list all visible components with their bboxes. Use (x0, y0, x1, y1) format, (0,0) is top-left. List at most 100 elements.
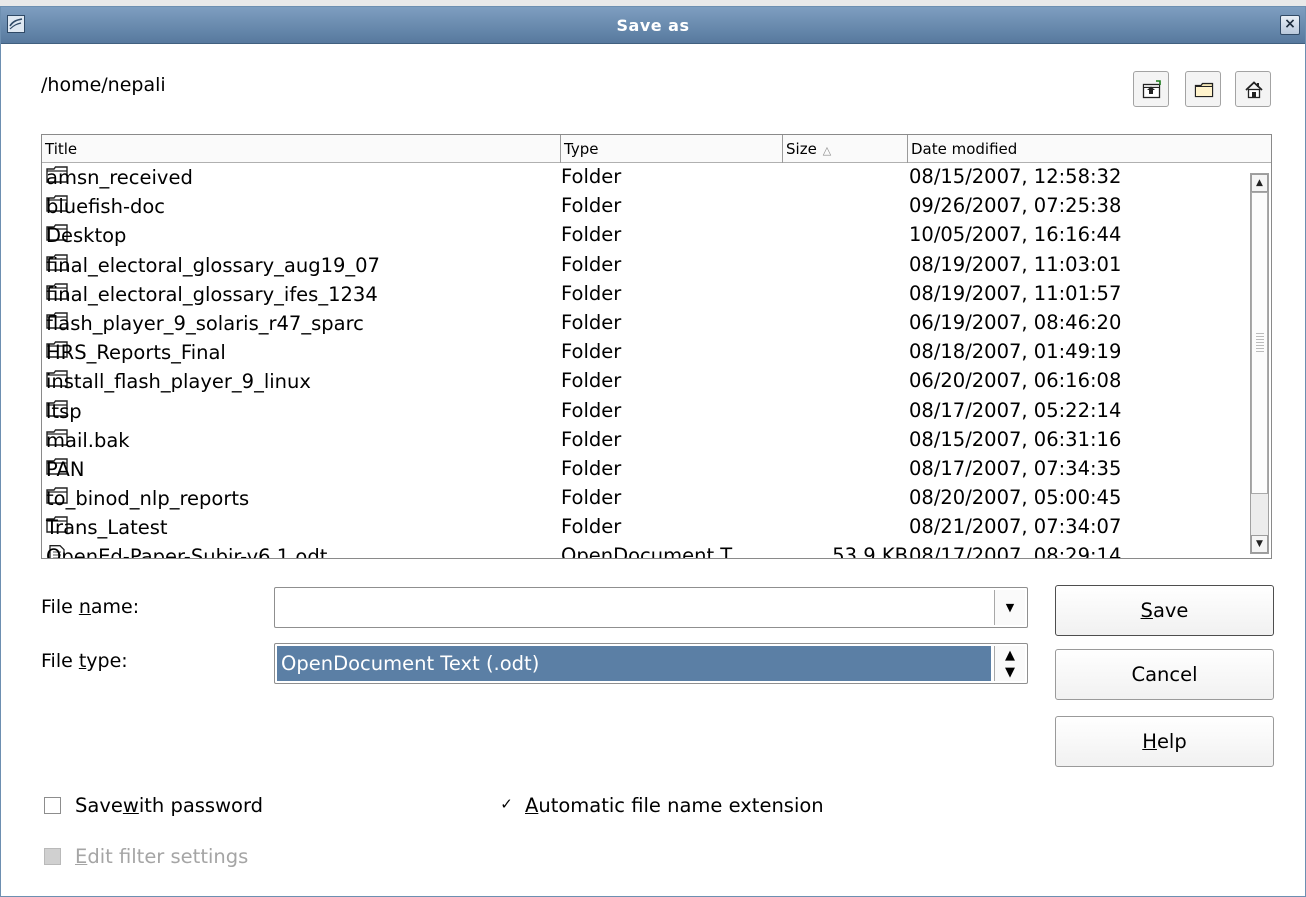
edit-filter-settings-label-post: dit filter settings (87, 845, 249, 868)
file-date-cell: 08/19/2007, 11:03:01 (909, 252, 1122, 276)
title-bar[interactable]: Save as × (1, 7, 1305, 44)
file-type-cell: Folder (561, 340, 622, 364)
column-size-label: Size (786, 140, 817, 158)
file-date-cell: 09/26/2007, 07:25:38 (909, 194, 1122, 218)
file-name-text: bluefish-doc (46, 195, 166, 219)
save-button-rest: ave (1152, 599, 1189, 622)
file-name-text: flash_player_9_solaris_r47_sparc (46, 311, 364, 335)
file-name-label-post: ame: (90, 596, 140, 618)
file-type-cell: Folder (561, 456, 622, 480)
scroll-down-arrow-icon[interactable]: ▼ (1251, 535, 1268, 553)
file-list-row[interactable]: ltsp Folder 08/17/2007, 05:22:14 (42, 398, 1248, 427)
file-name-text: HRS_Reports_Final (46, 341, 226, 365)
column-header-date[interactable]: Date modified (908, 135, 1271, 163)
file-date-cell: 08/18/2007, 01:49:19 (909, 340, 1122, 364)
file-name-text: mail.bak (46, 428, 130, 452)
file-list-row[interactable]: bluefish-doc Folder 09/26/2007, 07:25:38 (42, 193, 1248, 222)
file-date-cell: 08/21/2007, 07:34:07 (909, 515, 1122, 539)
file-list-row[interactable]: final_electoral_glossary_ifes_1234 Folder… (42, 281, 1248, 310)
file-list-row[interactable]: OpenEd-Paper-Subir-v6.1.odt OpenDocument … (42, 543, 1248, 559)
file-name-combobox[interactable]: ▼ (274, 587, 1028, 628)
file-name-text: ltsp (46, 399, 82, 423)
column-header-title[interactable]: Title (42, 135, 561, 163)
help-button[interactable]: Help (1055, 716, 1274, 767)
file-type-cell: Folder (561, 194, 622, 218)
scroll-up-arrow-icon[interactable]: ▲ (1251, 174, 1268, 192)
file-name-label-key: n (78, 596, 91, 618)
help-button-rest: elp (1156, 730, 1187, 753)
file-date-cell: 08/15/2007, 12:58:32 (909, 165, 1122, 188)
column-type-label: Type (564, 140, 599, 158)
file-date-cell: 08/15/2007, 06:31:16 (909, 427, 1122, 451)
sort-ascending-icon: △ (822, 144, 832, 157)
save-button-key: S (1140, 599, 1153, 622)
file-list-row[interactable]: Trans_Latest Folder 08/21/2007, 07:34:07 (42, 514, 1248, 543)
automatic-extension-label-post: utomatic file name extension (538, 794, 824, 817)
file-type-selected-value: OpenDocument Text (.odt) (277, 646, 991, 681)
save-as-dialog: Save as × /home/nepali Title Type Size △… (0, 6, 1306, 897)
dialog-title: Save as (616, 16, 690, 35)
file-list-row[interactable]: HRS_Reports_Final Folder 08/18/2007, 01:49… (42, 339, 1248, 368)
file-date-cell: 06/20/2007, 06:16:08 (909, 369, 1122, 393)
file-list-row[interactable]: flash_player_9_solaris_r47_sparc Folder 06… (42, 310, 1248, 339)
file-list-row[interactable]: mail.bak Folder 08/15/2007, 06:31:16 (42, 427, 1248, 456)
file-type-cell: Folder (561, 310, 622, 334)
default-directory-button[interactable] (1235, 71, 1271, 107)
up-down-arrows-icon[interactable]: ▲ ▼ (994, 646, 1025, 681)
file-list-row[interactable]: Desktop Folder 10/05/2007, 16:16:44 (42, 222, 1248, 251)
file-date-cell: 08/19/2007, 11:01:57 (909, 281, 1122, 305)
file-list[interactable]: Title Type Size △ Date modified amsn_rece… (41, 134, 1272, 559)
file-date-cell: 06/19/2007, 08:46:20 (909, 310, 1122, 334)
vertical-scrollbar[interactable]: ▲ ▼ (1250, 173, 1269, 554)
file-list-row[interactable]: PAN Folder 08/17/2007, 07:34:35 (42, 456, 1248, 485)
file-type-cell: Folder (561, 486, 622, 510)
edit-filter-settings-box (44, 848, 61, 865)
file-type-cell: Folder (561, 427, 622, 451)
save-button[interactable]: Save (1055, 585, 1274, 636)
file-type-cell: OpenDocument T… (561, 544, 752, 559)
file-type-label-post: ype: (86, 650, 128, 672)
save-with-password-box[interactable] (44, 797, 61, 814)
save-with-password-checkbox[interactable]: Save w ith password (44, 794, 263, 817)
chevron-down-icon[interactable]: ▼ (994, 590, 1025, 625)
file-type-cell: Folder (561, 369, 622, 393)
file-date-cell: 08/20/2007, 05:00:45 (909, 486, 1122, 510)
file-type-label: File type: (41, 650, 128, 672)
file-list-row[interactable]: install_flash_player_9_linux Folder 06/20/… (42, 368, 1248, 397)
file-type-cell: Folder (561, 165, 622, 188)
file-type-cell: Folder (561, 252, 622, 276)
current-path: /home/nepali (41, 74, 166, 96)
help-button-key: H (1142, 730, 1157, 753)
save-with-password-label-key: w (122, 794, 139, 817)
file-list-row[interactable]: amsn_received Folder 08/15/2007, 12:58:32 (42, 164, 1248, 193)
edit-filter-settings-label-key: E (75, 845, 88, 868)
save-with-password-label-pre: Save (75, 794, 123, 817)
file-list-row[interactable]: to_binod_nlp_reports Folder 08/20/2007, 05… (42, 485, 1248, 514)
cancel-button[interactable]: Cancel (1055, 649, 1274, 700)
scrollbar-thumb[interactable] (1251, 192, 1268, 494)
checkmark-icon[interactable]: ✓ (498, 797, 515, 814)
file-name-text: to_binod_nlp_reports (46, 487, 250, 511)
up-one-level-button[interactable] (1133, 71, 1169, 107)
column-title-label: Title (45, 140, 78, 158)
save-with-password-label-post: ith password (138, 794, 264, 817)
scrollbar-grip-icon (1256, 333, 1264, 353)
file-name-text: Trans_Latest (46, 516, 168, 540)
file-type-select[interactable]: OpenDocument Text (.odt) ▲ ▼ (274, 643, 1028, 684)
column-date-label: Date modified (911, 140, 1018, 158)
column-header-size[interactable]: Size △ (783, 135, 908, 163)
close-button[interactable]: × (1280, 15, 1300, 35)
file-name-label-pre: File (41, 596, 79, 618)
file-name-text: amsn_received (46, 166, 193, 189)
file-name-text: final_electoral_glossary_ifes_1234 (46, 282, 378, 306)
column-header-type[interactable]: Type (561, 135, 783, 163)
file-name-text: Desktop (46, 224, 127, 248)
automatic-extension-label-key: A (525, 794, 539, 817)
file-date-cell: 08/17/2007, 05:22:14 (909, 398, 1122, 422)
file-type-cell: Folder (561, 398, 622, 422)
file-date-cell: 10/05/2007, 16:16:44 (909, 223, 1122, 247)
file-list-row[interactable]: final_electoral_glossary_aug19_07 Folder 0… (42, 252, 1248, 281)
automatic-extension-checkbox[interactable]: ✓ Automatic file name extension (498, 794, 824, 817)
file-size-cell: 53.9 KB (832, 544, 908, 559)
create-new-folder-button[interactable] (1185, 71, 1221, 107)
